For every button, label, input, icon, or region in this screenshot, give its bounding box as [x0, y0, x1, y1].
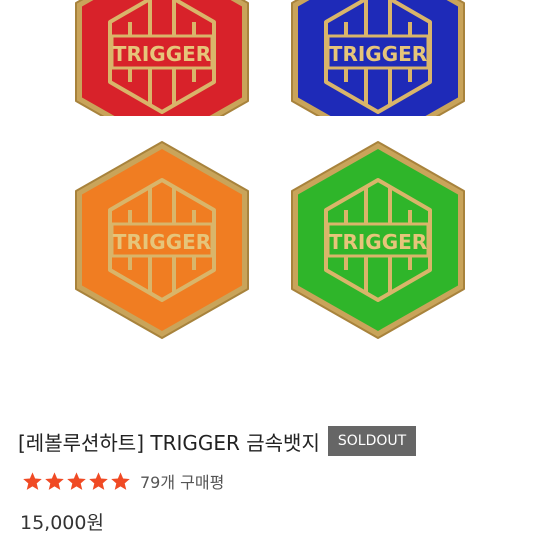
badge-label: TRIGGER	[113, 42, 211, 66]
badge-label: TRIGGER	[329, 230, 427, 254]
badge-label: TRIGGER	[329, 42, 427, 66]
rating-row[interactable]: 79개 구매평	[22, 468, 224, 494]
product-price: 15,000원	[20, 512, 104, 534]
review-count[interactable]: 79개 구매평	[140, 469, 224, 493]
star-icon	[89, 471, 108, 490]
star-icon	[111, 471, 130, 490]
star-icon	[45, 471, 64, 490]
product-image[interactable]: TRIGGER TRIGGER TRIGGER TRIGGER	[0, 0, 540, 398]
star-icon	[23, 471, 42, 490]
badge-orange: TRIGGER	[74, 140, 250, 340]
badge-green: TRIGGER	[290, 140, 466, 340]
star-icon	[67, 471, 86, 490]
badge-label: TRIGGER	[113, 230, 211, 254]
badge-blue: TRIGGER	[290, 0, 466, 116]
soldout-badge: SOLDOUT	[327, 426, 417, 456]
star-rating	[22, 471, 132, 492]
badge-red: TRIGGER	[74, 0, 250, 116]
product-title-row: [레볼루션하트] TRIGGER 금속뱃지 SOLDOUT	[18, 424, 417, 458]
product-title: [레볼루션하트] TRIGGER 금속뱃지	[18, 430, 320, 455]
